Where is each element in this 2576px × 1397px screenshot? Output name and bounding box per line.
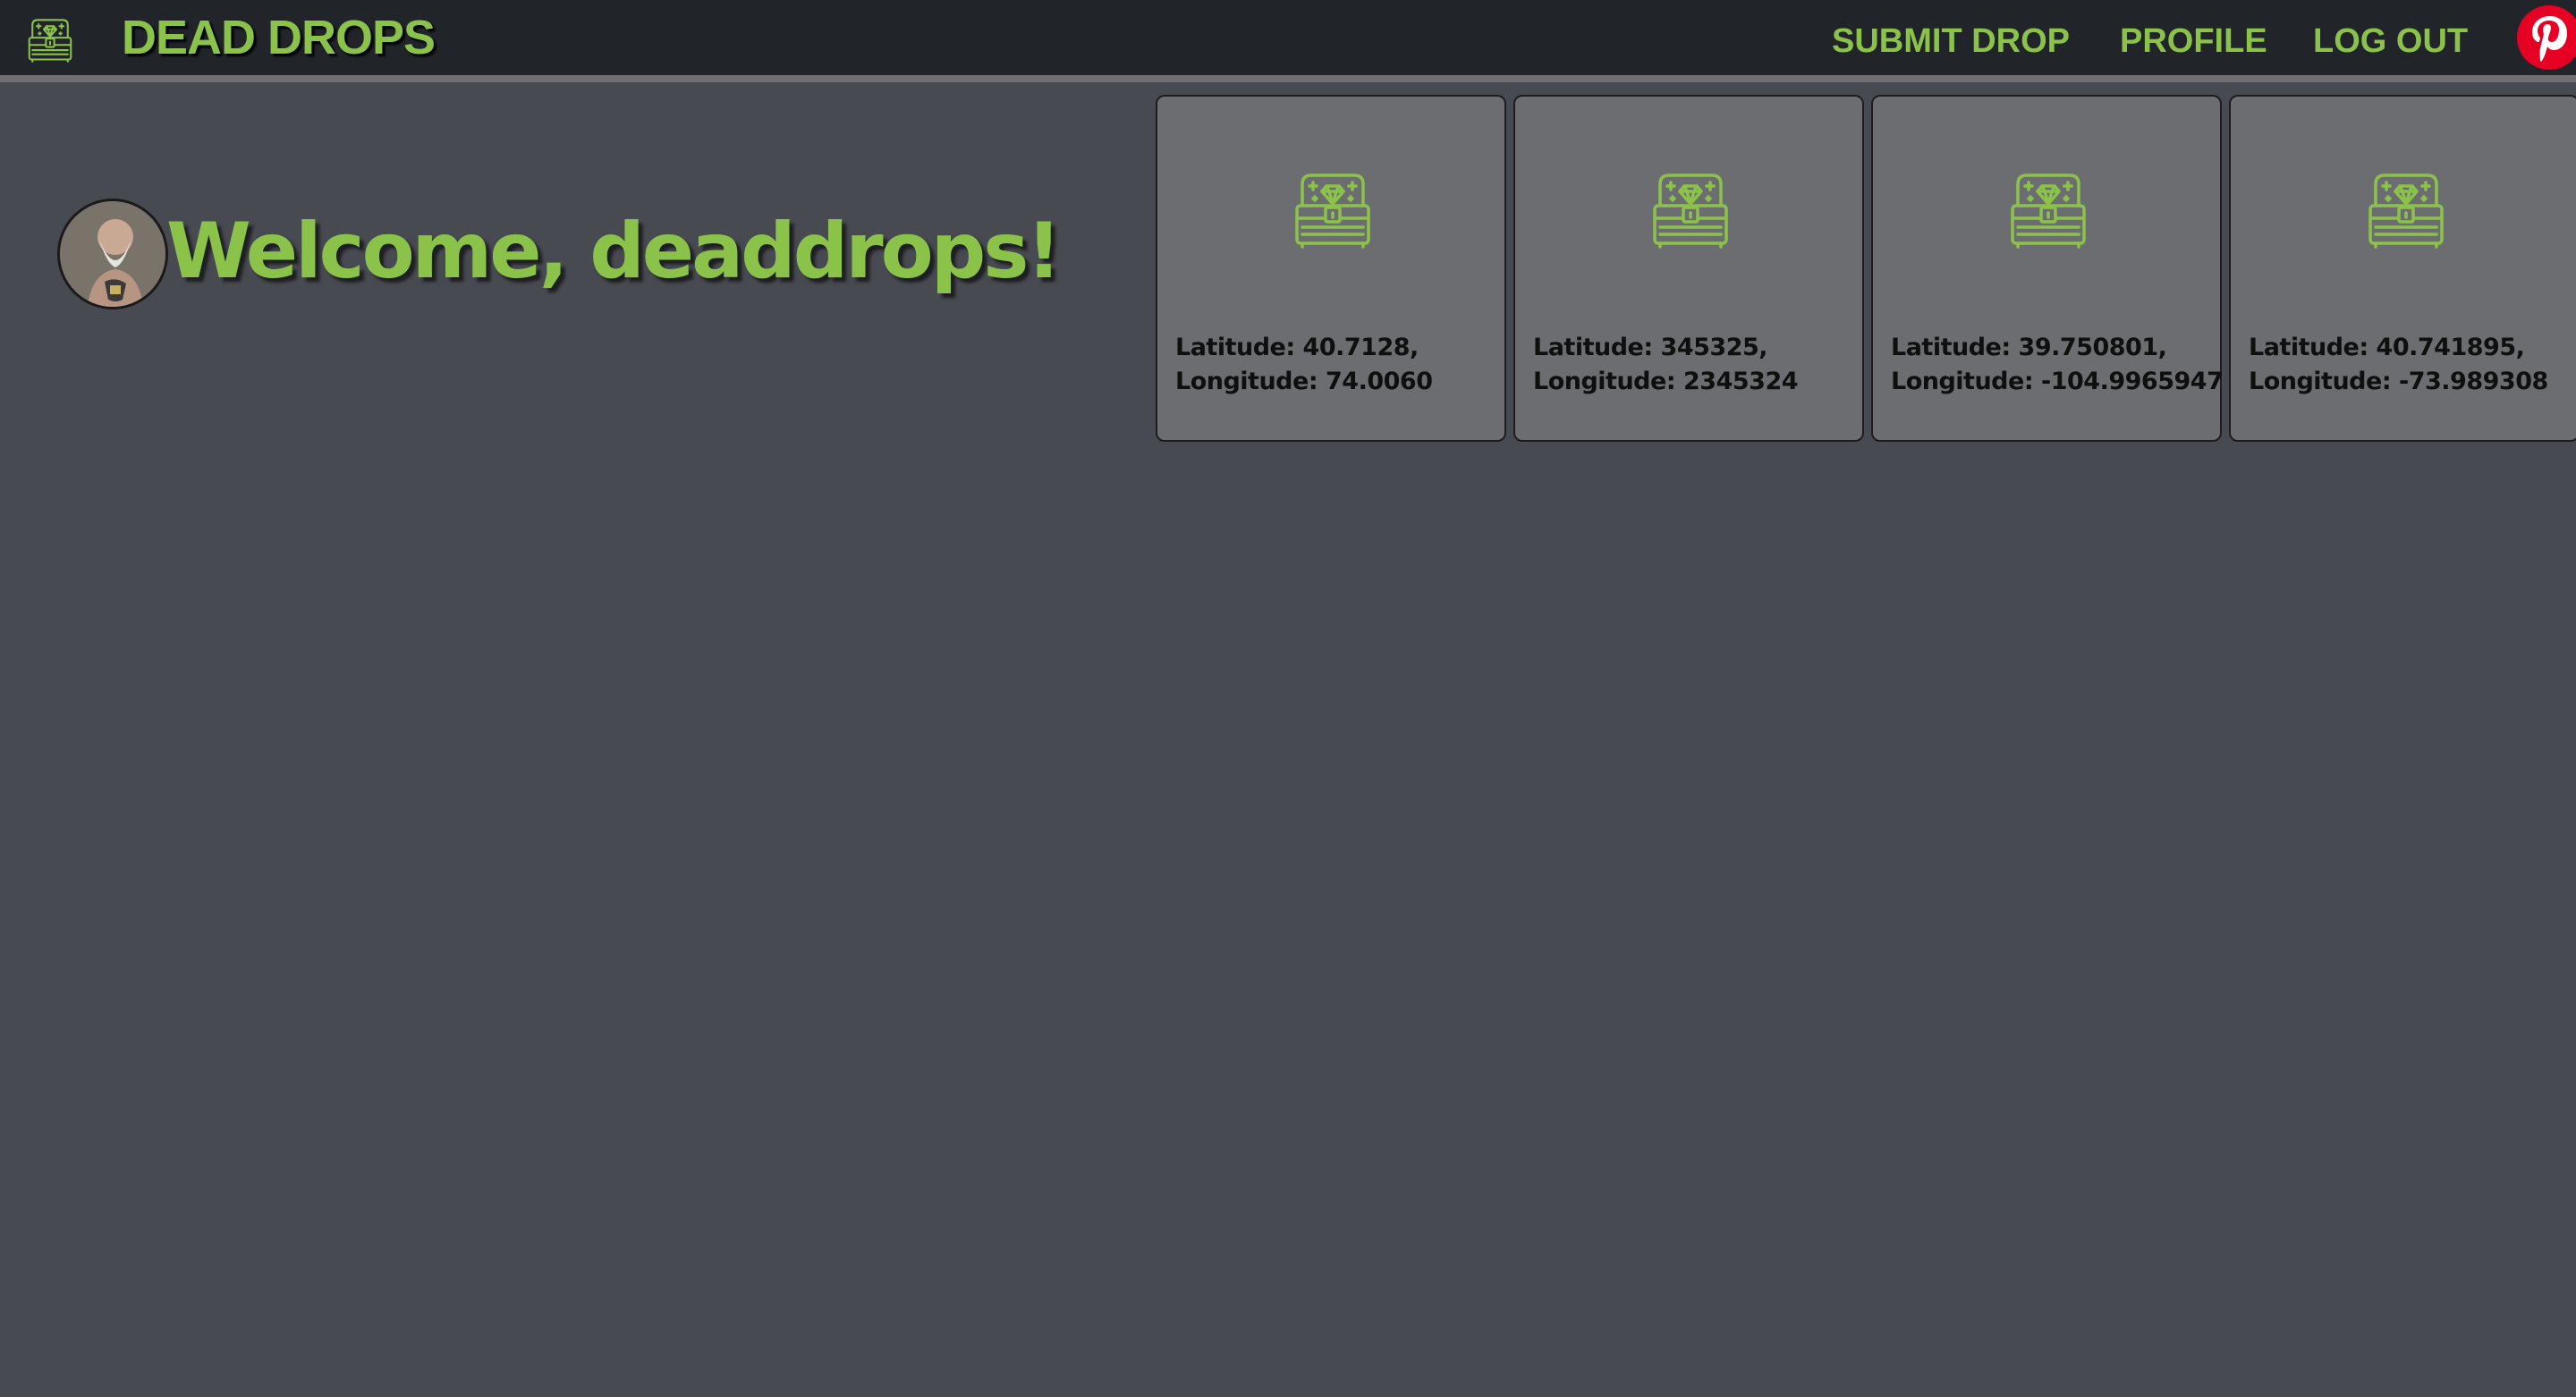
drop-latitude: Latitude: 345325, (1533, 334, 1768, 361)
profile-link[interactable]: PROFILE (2120, 20, 2267, 63)
treasure-chest-icon (1293, 172, 1372, 249)
drop-longitude: Longitude: 74.0060 (1175, 368, 1433, 395)
submit-drop-link[interactable]: SUBMIT DROP (1832, 20, 2070, 63)
treasure-chest-icon (1651, 172, 1730, 249)
welcome-heading: Welcome, deaddrops! (166, 207, 1062, 296)
drop-coordinates: Latitude: 40.741895, Longitude: -73.9893… (2249, 331, 2576, 399)
treasure-chest-icon (2367, 172, 2445, 249)
treasure-chest-icon[interactable] (27, 18, 73, 63)
drop-card[interactable]: Latitude: 40.741895, Longitude: -73.9893… (2229, 95, 2576, 442)
drop-card[interactable]: Latitude: 40.7128, Longitude: 74.0060 (1156, 95, 1506, 442)
log-out-link[interactable]: LOG OUT (2313, 20, 2468, 63)
drop-latitude: Latitude: 40.741895, (2249, 334, 2525, 361)
drop-longitude: Longitude: -73.989308 (2249, 368, 2548, 395)
avatar (57, 199, 168, 309)
drop-card[interactable]: Latitude: 345325, Longitude: 2345324 (1513, 95, 1864, 442)
drop-longitude: Longitude: -104.9965947 (1891, 368, 2224, 395)
drop-coordinates: Latitude: 39.750801, Longitude: -104.996… (1891, 331, 2224, 399)
drop-latitude: Latitude: 40.7128, (1175, 334, 1419, 361)
navbar: DEAD DROPS SUBMIT DROP PROFILE LOG OUT (0, 0, 2576, 82)
drop-coordinates: Latitude: 40.7128, Longitude: 74.0060 (1175, 331, 1506, 399)
pinterest-icon[interactable] (2517, 5, 2576, 70)
drop-card[interactable]: Latitude: 39.750801, Longitude: -104.996… (1871, 95, 2224, 442)
drops-list: Latitude: 40.7128, Longitude: 74.0060 La… (1156, 95, 2576, 444)
brand-title[interactable]: DEAD DROPS (122, 9, 436, 66)
treasure-chest-icon (2009, 172, 2088, 249)
drop-latitude: Latitude: 39.750801, (1891, 334, 2167, 361)
drop-longitude: Longitude: 2345324 (1533, 368, 1799, 395)
drop-coordinates: Latitude: 345325, Longitude: 2345324 (1533, 331, 1864, 399)
